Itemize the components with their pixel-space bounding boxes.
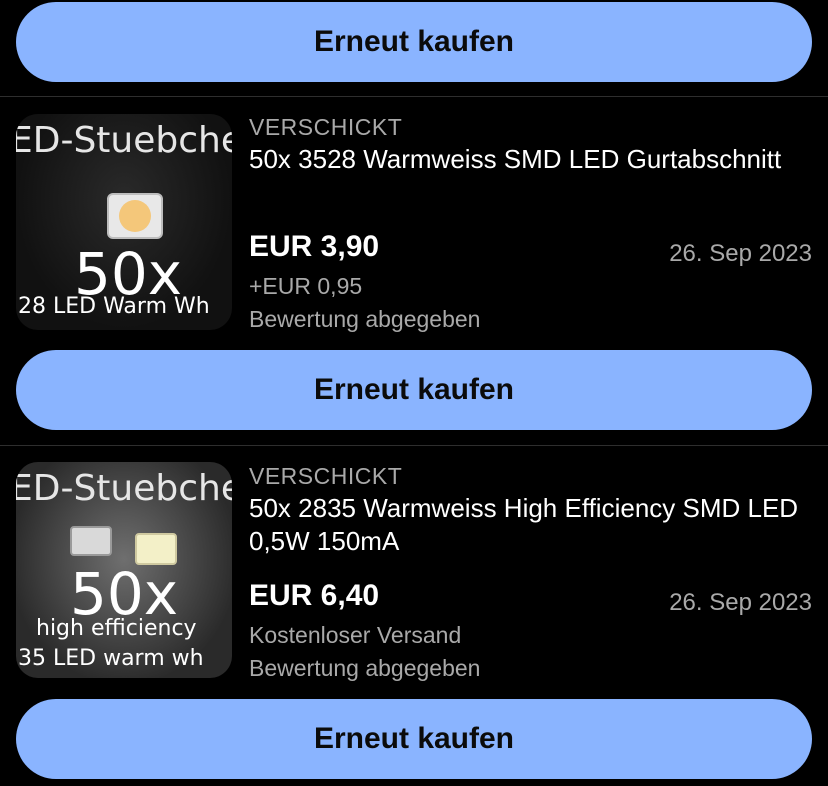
thumbnail-caption-text: 28 LED Warm Wh xyxy=(18,294,210,319)
item-price: EUR 3,90 xyxy=(249,230,380,263)
item-price: EUR 6,40 xyxy=(249,579,380,612)
thumbnail-brand-text: ED-Stuebche xyxy=(16,120,232,161)
buy-again-button[interactable]: Erneut kaufen xyxy=(16,350,812,430)
led-chip-icon xyxy=(70,526,112,556)
divider xyxy=(0,445,828,446)
feedback-status: Bewertung abgegeben xyxy=(249,306,481,332)
thumbnail-brand-text: ED-Stuebche xyxy=(16,468,232,509)
product-thumbnail[interactable]: ED-Stuebche 50x 28 LED Warm Wh xyxy=(16,114,232,330)
order-date: 26. Sep 2023 xyxy=(669,240,812,267)
order-status: VERSCHICKT xyxy=(249,114,403,140)
buy-again-button[interactable]: Erneut kaufen xyxy=(16,2,812,82)
thumbnail-subtitle-text: high efficiency xyxy=(36,616,197,641)
item-title[interactable]: 50x 3528 Warmweiss SMD LED Gurtabschnitt xyxy=(249,143,819,176)
divider xyxy=(0,96,828,97)
order-status: VERSCHICKT xyxy=(249,463,403,489)
shipping-cost: Kostenloser Versand xyxy=(249,622,462,648)
order-date: 26. Sep 2023 xyxy=(669,589,812,616)
led-chip-icon xyxy=(107,193,163,239)
item-title[interactable]: 50x 2835 Warmweiss High Efficiency SMD L… xyxy=(249,492,819,558)
feedback-status: Bewertung abgegeben xyxy=(249,655,481,681)
product-thumbnail[interactable]: ED-Stuebche 50x high efficiency 35 LED w… xyxy=(16,462,232,678)
shipping-cost: +EUR 0,95 xyxy=(249,273,363,299)
thumbnail-caption-text: 35 LED warm wh xyxy=(18,646,204,671)
buy-again-button[interactable]: Erneut kaufen xyxy=(16,699,812,779)
